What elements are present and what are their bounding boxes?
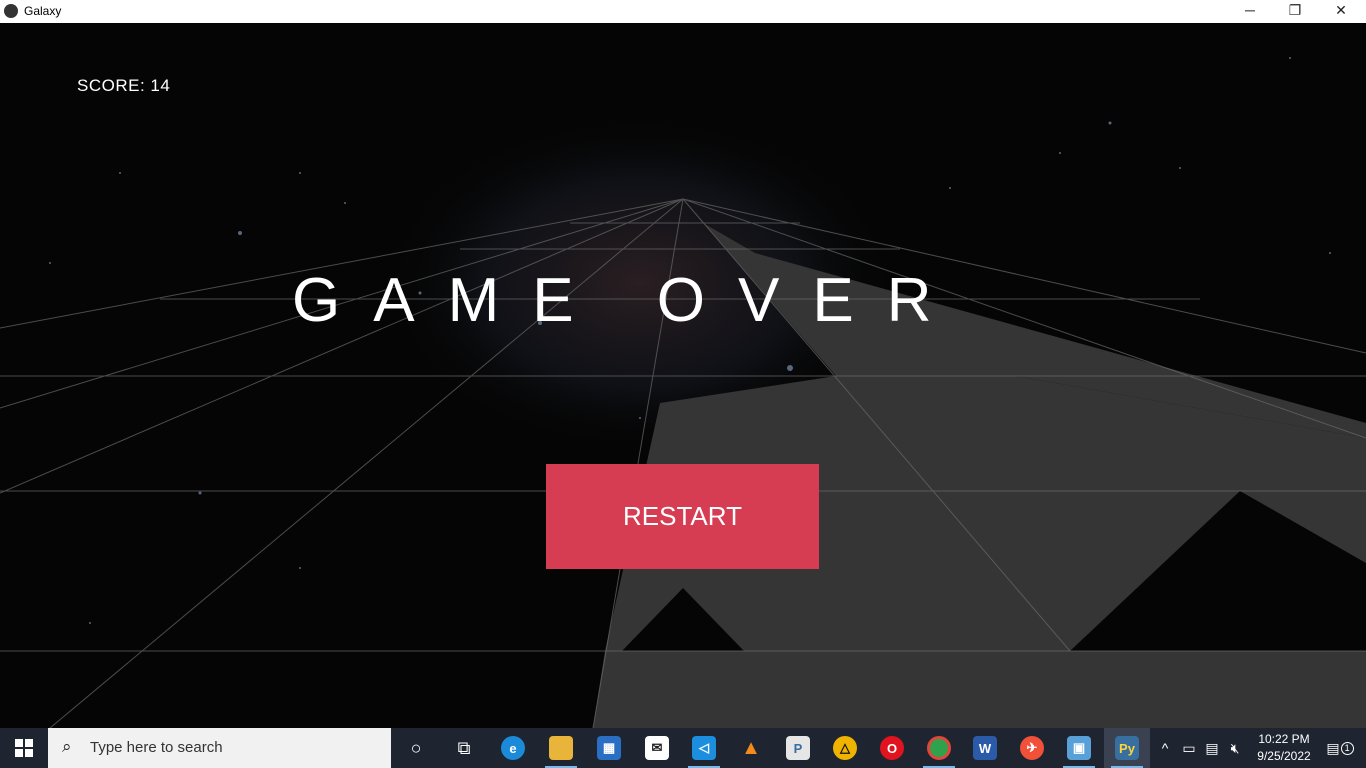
python-idle-button[interactable]: P [775, 728, 821, 768]
window-title: Galaxy [24, 4, 62, 18]
vscode-icon: ◁ [692, 736, 716, 760]
vlc-icon: ▲ [741, 736, 761, 759]
volume-muted-icon: 🔇︎ [1230, 739, 1240, 756]
swift-icon: ✈ [1020, 736, 1044, 760]
word-button[interactable]: W [962, 728, 1008, 768]
windows-icon [15, 739, 33, 757]
python-idle-icon: P [786, 736, 810, 760]
edge-icon: e [501, 736, 525, 760]
triangle-icon: △ [833, 736, 857, 760]
restart-button[interactable]: RESTART [546, 464, 819, 569]
app-button[interactable]: △ [822, 728, 868, 768]
control-panel-icon: ▣ [1067, 736, 1091, 760]
mail-icon: ✉ [645, 736, 669, 760]
vscode-button[interactable]: ◁ [681, 728, 727, 768]
notification-count: 1 [1340, 741, 1354, 755]
cortana-icon: ○ [410, 737, 422, 758]
battery-button[interactable]: ▭ [1178, 728, 1200, 768]
start-button[interactable] [0, 728, 48, 768]
kivy-app-icon [4, 4, 18, 18]
folder-icon [549, 736, 573, 760]
minimize-button[interactable]: ─ [1227, 0, 1273, 23]
python-app-button[interactable]: Py [1104, 728, 1150, 768]
task-view-icon: ⧉ [457, 737, 471, 758]
notifications-button[interactable]: ▤ 1 [1320, 728, 1360, 768]
score-label: SCORE: 14 [77, 76, 171, 95]
python-icon: Py [1115, 736, 1139, 760]
volume-button[interactable]: 🔇︎ [1224, 728, 1246, 768]
clock-date: 9/25/2022 [1257, 749, 1311, 763]
show-hidden-icons-button[interactable]: ^ [1154, 728, 1176, 768]
chrome-button[interactable] [916, 728, 962, 768]
task-view-button[interactable]: ⧉ [441, 728, 487, 768]
taskbar: ⌕ ○ ⧉ e ▦ ✉ ◁ ▲ P △ O W ✈ ▣ Py ^ ▭ ▤ 🔇︎ … [0, 728, 1366, 768]
chevron-up-icon: ^ [1161, 740, 1169, 756]
game-over-title: GAME OVER [292, 266, 965, 335]
file-explorer-button[interactable] [538, 728, 584, 768]
mail-button[interactable]: ✉ [634, 728, 680, 768]
chrome-icon [927, 736, 951, 760]
taskbar-search[interactable]: ⌕ [48, 728, 391, 768]
search-input[interactable] [88, 738, 382, 757]
close-button[interactable]: ✕ [1318, 0, 1364, 23]
cortana-button[interactable]: ○ [393, 728, 439, 768]
swift-button[interactable]: ✈ [1009, 728, 1055, 768]
vlc-button[interactable]: ▲ [728, 728, 774, 768]
word-icon: W [973, 736, 997, 760]
network-button[interactable]: ▤ [1201, 728, 1223, 768]
store-icon: ▦ [597, 736, 621, 760]
network-icon: ▤ [1205, 739, 1219, 756]
clock[interactable]: 10:22 PM 9/25/2022 [1246, 731, 1322, 765]
game-scene [0, 23, 1366, 728]
clock-time: 10:22 PM [1258, 732, 1310, 746]
search-icon: ⌕ [62, 737, 72, 756]
control-panel-button[interactable]: ▣ [1056, 728, 1102, 768]
game-canvas[interactable]: SCORE: 14 GAME OVER RESTART [0, 23, 1366, 728]
restore-button[interactable]: ❐ [1272, 0, 1318, 23]
edge-button[interactable]: e [490, 728, 536, 768]
opera-button[interactable]: O [869, 728, 915, 768]
opera-icon: O [880, 736, 904, 760]
battery-icon: ▭ [1182, 739, 1196, 756]
notification-icon: ▤ [1326, 739, 1340, 756]
store-button[interactable]: ▦ [586, 728, 632, 768]
window-titlebar: Galaxy ─ ❐ ✕ [0, 0, 1366, 23]
